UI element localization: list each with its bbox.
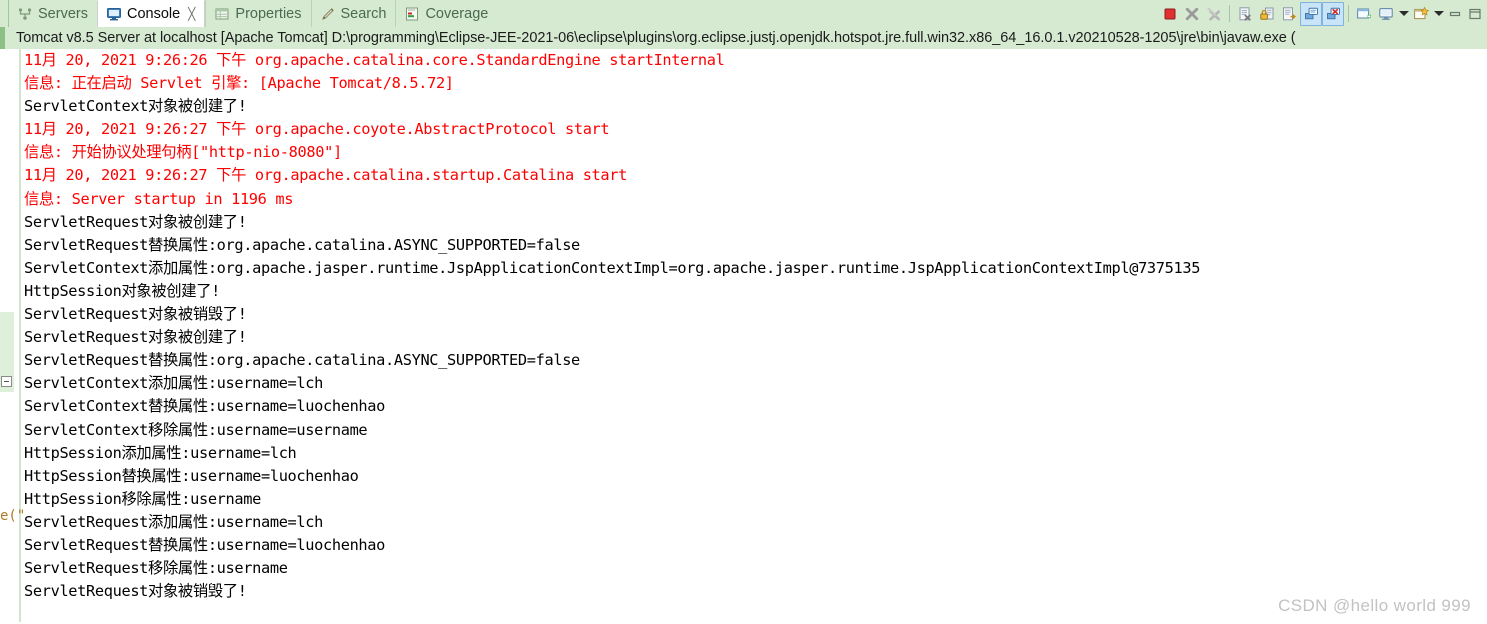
tab-servers-label: Servers	[38, 5, 88, 22]
console-line: ServletRequest对象被创建了!	[24, 328, 247, 347]
console-line: ServletRequest移除属性:username	[24, 559, 288, 578]
tab-console[interactable]: Console ╳	[96, 0, 206, 27]
remove-all-terminated-button[interactable]	[1203, 2, 1225, 26]
console-line: 11月 20, 2021 9:26:27 下午 org.apache.catal…	[24, 166, 627, 185]
process-title-bar: Tomcat v8.5 Server at localhost [Apache …	[0, 27, 1487, 49]
new-console-view-button[interactable]	[1410, 2, 1432, 26]
watermark-label: CSDN @hello world 999	[1278, 596, 1471, 615]
console-line: HttpSession对象被创建了!	[24, 281, 220, 300]
console-line: ServletContext替换属性:username=luochenhao	[24, 397, 386, 416]
view-menu-dropdown[interactable]	[1432, 2, 1445, 26]
console-line: ServletRequest对象被销毁了!	[24, 582, 247, 601]
view-tab-bar: Servers Console ╳ Properties Search Cove…	[0, 0, 1487, 27]
console-line: 信息: Server startup in 1196 ms	[24, 189, 294, 208]
console-line: HttpSession添加属性:username=lch	[24, 443, 297, 462]
tab-console-label: Console	[126, 6, 181, 22]
process-title-label: Tomcat v8.5 Server at localhost [Apache …	[16, 30, 1296, 46]
console-line: ServletRequest替换属性:username=luochenhao	[24, 535, 386, 554]
console-line: 信息: 开始协议处理句柄["http-nio-8080"]	[24, 143, 342, 162]
console-line: 信息: 正在启动 Servlet 引擎: [Apache Tomcat/8.5.…	[24, 74, 454, 93]
separator-1	[1229, 5, 1230, 22]
close-icon[interactable]: ╳	[188, 8, 195, 20]
console-icon	[106, 6, 122, 22]
display-selected-console-button[interactable]	[1375, 2, 1397, 26]
properties-icon	[214, 6, 230, 22]
console-line: ServletContext添加属性:username=lch	[24, 374, 323, 393]
display-selected-console-dropdown[interactable]	[1397, 2, 1410, 26]
open-console-button[interactable]	[1353, 2, 1375, 26]
show-console-on-output-button[interactable]	[1300, 1, 1322, 26]
fold-collapse-icon[interactable]	[1, 376, 12, 387]
console-line: ServletRequest替换属性:org.apache.catalina.A…	[24, 235, 580, 254]
coverage-icon	[404, 6, 420, 22]
tab-search[interactable]: Search	[310, 0, 396, 27]
tab-servers[interactable]: Servers	[8, 0, 97, 27]
view-tab-list: Servers Console ╳ Properties Search Cove…	[0, 0, 497, 27]
console-line: HttpSession移除属性:username	[24, 489, 261, 508]
search-icon	[320, 6, 336, 22]
console-line: 11月 20, 2021 9:26:27 下午 org.apache.coyot…	[24, 120, 610, 139]
console-line: 11月 20, 2021 9:26:26 下午 org.apache.catal…	[24, 51, 725, 69]
console-line: ServletContext对象被创建了!	[24, 97, 247, 116]
console-line: ServletRequest对象被销毁了!	[24, 305, 247, 324]
show-console-on-error-button[interactable]	[1322, 1, 1344, 26]
console-line: ServletContext移除属性:username=username	[24, 420, 368, 439]
tab-properties-label: Properties	[235, 5, 302, 22]
console-toolbar	[1159, 0, 1487, 27]
servers-icon	[17, 6, 33, 22]
word-wrap-button[interactable]	[1278, 2, 1300, 26]
clear-console-button[interactable]	[1234, 2, 1256, 26]
console-line: HttpSession替换属性:username=luochenhao	[24, 466, 359, 485]
scroll-lock-button[interactable]	[1256, 2, 1278, 26]
tab-coverage[interactable]: Coverage	[395, 0, 497, 27]
console-line: ServletRequest替换属性:org.apache.catalina.A…	[24, 351, 580, 370]
tab-coverage-label: Coverage	[425, 5, 489, 22]
console-line: ServletRequest对象被创建了!	[24, 212, 247, 231]
chevron-down-icon	[1433, 11, 1444, 16]
console-line: ServletContext添加属性:org.apache.jasper.run…	[24, 258, 1201, 277]
remove-launch-button[interactable]	[1181, 2, 1203, 26]
console-rail	[19, 49, 21, 624]
maximize-view-button[interactable]	[1465, 2, 1485, 26]
chevron-down-icon	[1398, 11, 1409, 16]
minimize-view-button[interactable]	[1445, 2, 1465, 26]
console-line: ServletRequest添加属性:username=lch	[24, 512, 323, 531]
console-line-list: 11月 20, 2021 9:26:26 下午 org.apache.catal…	[24, 49, 1487, 603]
terminate-button[interactable]	[1159, 2, 1181, 26]
tab-search-label: Search	[340, 5, 387, 22]
separator-2	[1348, 5, 1349, 22]
eclipse-console-view: Servers Console ╳ Properties Search Cove…	[0, 0, 1487, 624]
console-output-area[interactable]: e(" 11月 20, 2021 9:26:26 下午 org.apache.c…	[0, 49, 1487, 624]
tab-properties[interactable]: Properties	[205, 0, 310, 27]
